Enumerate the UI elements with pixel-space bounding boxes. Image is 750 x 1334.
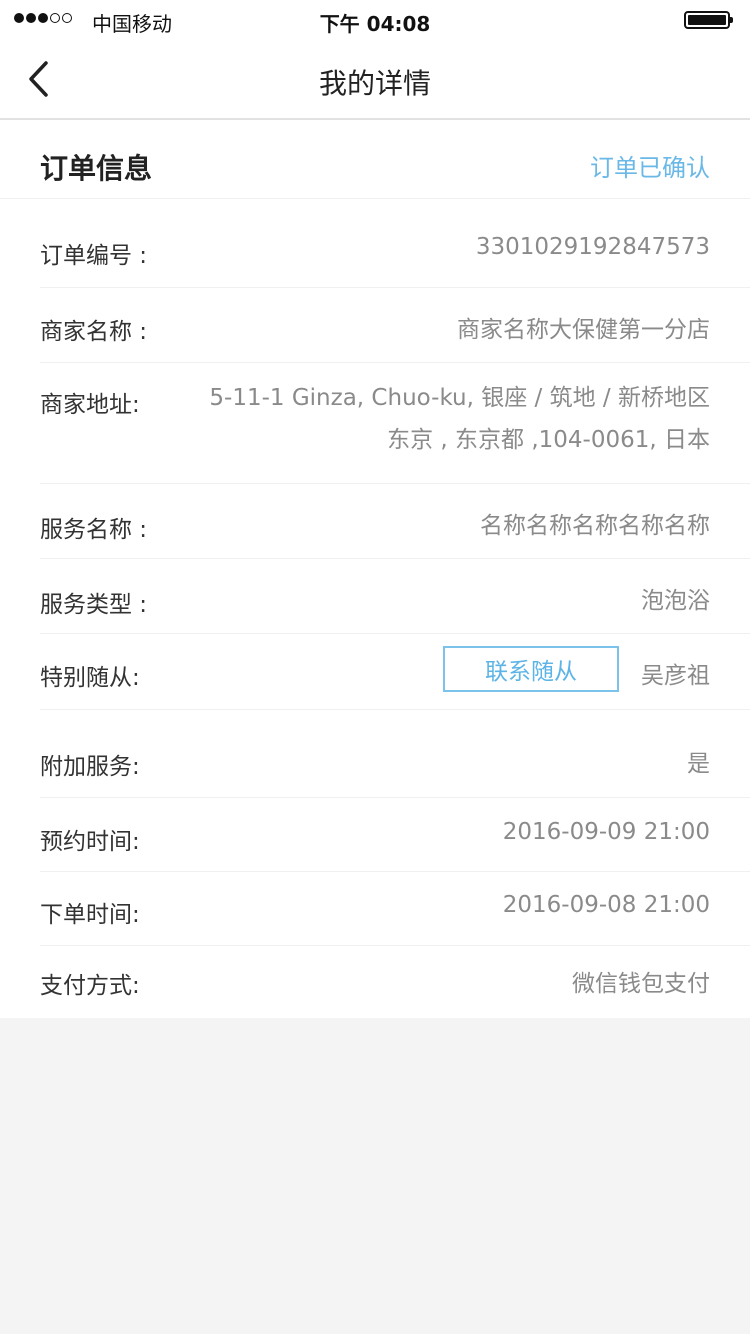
contact-companion-button[interactable]: 联系随从 [443, 646, 619, 692]
order-detail-card: 订单信息 订单已确认 订单编号 : 3301029192847573 商家名称 … [0, 120, 750, 1018]
row-label: 订单编号 : [40, 243, 148, 269]
row-service-name: 服务名称 : 名称名称名称名称名称 [40, 484, 750, 559]
order-info-header: 订单信息 订单已确认 [0, 120, 750, 199]
row-label: 支付方式: [40, 973, 140, 999]
order-number-value: 3301029192847573 [475, 234, 710, 260]
status-time: 下午 04:08 [319, 12, 431, 36]
booking-time-value: 2016-09-09 21:00 [502, 819, 710, 845]
service-name-value: 名称名称名称名称名称 [480, 513, 710, 539]
payment-method-value: 微信钱包支付 [572, 971, 710, 997]
merchant-address-line1: 5-11-1 Ginza, Chuo-ku, 银座 / 筑地 / 新桥地区 [209, 385, 710, 411]
row-payment-method: 支付方式: 微信钱包支付 [40, 946, 750, 1018]
row-label: 服务名称 : [40, 517, 148, 543]
companion-name-value: 吴彦祖 [641, 663, 710, 689]
row-label: 预约时间: [40, 829, 140, 855]
row-label: 商家地址: [40, 392, 140, 418]
row-merchant-name: 商家名称 : 商家名称大保健第一分店 [40, 288, 750, 363]
navigation-bar: 我的详情 [0, 40, 750, 120]
extra-service-value: 是 [687, 751, 710, 777]
row-extra-service: 附加服务: 是 [40, 710, 750, 798]
service-type-value: 泡泡浴 [641, 588, 710, 614]
row-label: 附加服务: [40, 754, 140, 780]
row-label: 下单时间: [40, 902, 140, 928]
battery-icon [684, 11, 733, 29]
row-order-number: 订单编号 : 3301029192847573 [40, 210, 750, 288]
row-merchant-address: 商家地址: 5-11-1 Ginza, Chuo-ku, 银座 / 筑地 / 新… [40, 363, 750, 484]
page-title: 我的详情 [318, 67, 431, 100]
row-label: 特别随从: [40, 665, 140, 691]
status-bar: 中国移动 下午 04:08 [0, 0, 750, 40]
row-service-type: 服务类型 : 泡泡浴 [40, 559, 750, 634]
row-booking-time: 预约时间: 2016-09-09 21:00 [40, 798, 750, 872]
order-time-value: 2016-09-08 21:00 [502, 892, 710, 918]
row-order-time: 下单时间: 2016-09-08 21:00 [40, 872, 750, 946]
merchant-name-value: 商家名称大保健第一分店 [457, 317, 710, 343]
section-title: 订单信息 [40, 152, 153, 185]
order-status-badge: 订单已确认 [590, 154, 710, 182]
merchant-address-line2: 东京 , 东京都 ,104-0061, 日本 [387, 427, 710, 453]
row-companion: 特别随从: 联系随从 吴彦祖 [40, 634, 750, 710]
row-label: 服务类型 : [40, 592, 148, 618]
row-label: 商家名称 : [40, 319, 148, 345]
